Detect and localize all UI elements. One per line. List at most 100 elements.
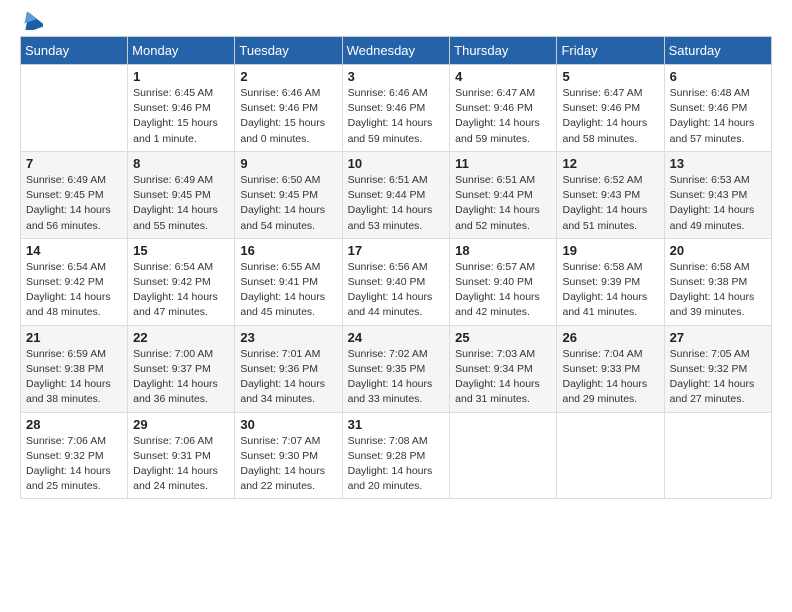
day-number: 17 (348, 243, 445, 258)
weekday-header-thursday: Thursday (450, 37, 557, 65)
day-info: Sunrise: 6:45 AM Sunset: 9:46 PM Dayligh… (133, 86, 229, 147)
calendar-cell: 29 Sunrise: 7:06 AM Sunset: 9:31 PM Dayli… (128, 412, 235, 499)
day-info: Sunrise: 6:46 AM Sunset: 9:46 PM Dayligh… (240, 86, 336, 147)
day-info: Sunrise: 7:01 AM Sunset: 9:36 PM Dayligh… (240, 347, 336, 408)
day-info: Sunrise: 7:07 AM Sunset: 9:30 PM Dayligh… (240, 434, 336, 495)
day-info: Sunrise: 6:49 AM Sunset: 9:45 PM Dayligh… (26, 173, 122, 234)
page-header (20, 20, 772, 26)
day-number: 22 (133, 330, 229, 345)
calendar-cell: 19 Sunrise: 6:58 AM Sunset: 9:39 PM Dayli… (557, 238, 664, 325)
calendar-cell: 28 Sunrise: 7:06 AM Sunset: 9:32 PM Dayli… (21, 412, 128, 499)
day-number: 1 (133, 69, 229, 84)
calendar-cell: 8 Sunrise: 6:49 AM Sunset: 9:45 PM Daylig… (128, 151, 235, 238)
day-number: 28 (26, 417, 122, 432)
day-info: Sunrise: 6:54 AM Sunset: 9:42 PM Dayligh… (133, 260, 229, 321)
calendar-cell (21, 65, 128, 152)
day-info: Sunrise: 6:57 AM Sunset: 9:40 PM Dayligh… (455, 260, 551, 321)
calendar-cell: 30 Sunrise: 7:07 AM Sunset: 9:30 PM Dayli… (235, 412, 342, 499)
day-number: 30 (240, 417, 336, 432)
day-number: 11 (455, 156, 551, 171)
day-number: 24 (348, 330, 445, 345)
calendar-cell: 4 Sunrise: 6:47 AM Sunset: 9:46 PM Daylig… (450, 65, 557, 152)
day-info: Sunrise: 6:58 AM Sunset: 9:39 PM Dayligh… (562, 260, 658, 321)
calendar-week-row: 7Sunrise: 6:49 AM Sunset: 9:45 PM Daylig… (21, 151, 772, 238)
calendar-cell: 16 Sunrise: 6:55 AM Sunset: 9:41 PM Dayli… (235, 238, 342, 325)
day-info: Sunrise: 6:46 AM Sunset: 9:46 PM Dayligh… (348, 86, 445, 147)
day-number: 16 (240, 243, 336, 258)
calendar-cell: 12 Sunrise: 6:52 AM Sunset: 9:43 PM Dayli… (557, 151, 664, 238)
weekday-header-monday: Monday (128, 37, 235, 65)
day-info: Sunrise: 6:50 AM Sunset: 9:45 PM Dayligh… (240, 173, 336, 234)
day-number: 26 (562, 330, 658, 345)
day-number: 6 (670, 69, 766, 84)
calendar-cell (557, 412, 664, 499)
day-number: 25 (455, 330, 551, 345)
day-info: Sunrise: 7:02 AM Sunset: 9:35 PM Dayligh… (348, 347, 445, 408)
day-info: Sunrise: 6:59 AM Sunset: 9:38 PM Dayligh… (26, 347, 122, 408)
calendar-cell: 22 Sunrise: 7:00 AM Sunset: 9:37 PM Dayli… (128, 325, 235, 412)
calendar-cell: 23 Sunrise: 7:01 AM Sunset: 9:36 PM Dayli… (235, 325, 342, 412)
day-info: Sunrise: 6:47 AM Sunset: 9:46 PM Dayligh… (562, 86, 658, 147)
day-number: 20 (670, 243, 766, 258)
calendar-cell: 5 Sunrise: 6:47 AM Sunset: 9:46 PM Daylig… (557, 65, 664, 152)
day-number: 29 (133, 417, 229, 432)
day-number: 3 (348, 69, 445, 84)
calendar-cell: 13Sunrise: 6:53 AM Sunset: 9:43 PM Dayli… (664, 151, 771, 238)
calendar-cell: 21Sunrise: 6:59 AM Sunset: 9:38 PM Dayli… (21, 325, 128, 412)
day-info: Sunrise: 6:54 AM Sunset: 9:42 PM Dayligh… (26, 260, 122, 321)
day-number: 8 (133, 156, 229, 171)
day-number: 14 (26, 243, 122, 258)
calendar-cell: 25 Sunrise: 7:03 AM Sunset: 9:34 PM Dayli… (450, 325, 557, 412)
day-number: 19 (562, 243, 658, 258)
day-info: Sunrise: 6:48 AM Sunset: 9:46 PM Dayligh… (670, 86, 766, 147)
calendar-cell: 2 Sunrise: 6:46 AM Sunset: 9:46 PM Daylig… (235, 65, 342, 152)
day-info: Sunrise: 7:00 AM Sunset: 9:37 PM Dayligh… (133, 347, 229, 408)
calendar-cell: 31Sunrise: 7:08 AM Sunset: 9:28 PM Dayli… (342, 412, 450, 499)
day-number: 31 (348, 417, 445, 432)
day-info: Sunrise: 6:58 AM Sunset: 9:38 PM Dayligh… (670, 260, 766, 321)
calendar-cell: 3 Sunrise: 6:46 AM Sunset: 9:46 PM Daylig… (342, 65, 450, 152)
day-info: Sunrise: 6:51 AM Sunset: 9:44 PM Dayligh… (455, 173, 551, 234)
day-info: Sunrise: 6:56 AM Sunset: 9:40 PM Dayligh… (348, 260, 445, 321)
day-number: 12 (562, 156, 658, 171)
day-info: Sunrise: 6:53 AM Sunset: 9:43 PM Dayligh… (670, 173, 766, 234)
logo (20, 20, 43, 26)
calendar-table: SundayMondayTuesdayWednesdayThursdayFrid… (20, 36, 772, 499)
calendar-week-row: 1 Sunrise: 6:45 AM Sunset: 9:46 PM Daylig… (21, 65, 772, 152)
calendar-cell (450, 412, 557, 499)
weekday-header-saturday: Saturday (664, 37, 771, 65)
calendar-cell: 20 Sunrise: 6:58 AM Sunset: 9:38 PM Dayli… (664, 238, 771, 325)
day-number: 5 (562, 69, 658, 84)
day-number: 4 (455, 69, 551, 84)
day-number: 10 (348, 156, 445, 171)
weekday-header-tuesday: Tuesday (235, 37, 342, 65)
day-info: Sunrise: 6:51 AM Sunset: 9:44 PM Dayligh… (348, 173, 445, 234)
day-number: 27 (670, 330, 766, 345)
calendar-cell: 24 Sunrise: 7:02 AM Sunset: 9:35 PM Dayli… (342, 325, 450, 412)
day-info: Sunrise: 6:49 AM Sunset: 9:45 PM Dayligh… (133, 173, 229, 234)
day-info: Sunrise: 6:47 AM Sunset: 9:46 PM Dayligh… (455, 86, 551, 147)
day-info: Sunrise: 6:55 AM Sunset: 9:41 PM Dayligh… (240, 260, 336, 321)
day-number: 2 (240, 69, 336, 84)
day-info: Sunrise: 7:05 AM Sunset: 9:32 PM Dayligh… (670, 347, 766, 408)
day-info: Sunrise: 6:52 AM Sunset: 9:43 PM Dayligh… (562, 173, 658, 234)
calendar-cell: 15 Sunrise: 6:54 AM Sunset: 9:42 PM Dayli… (128, 238, 235, 325)
day-info: Sunrise: 7:06 AM Sunset: 9:31 PM Dayligh… (133, 434, 229, 495)
day-number: 18 (455, 243, 551, 258)
calendar-cell: 1 Sunrise: 6:45 AM Sunset: 9:46 PM Daylig… (128, 65, 235, 152)
calendar-cell: 6 Sunrise: 6:48 AM Sunset: 9:46 PM Daylig… (664, 65, 771, 152)
day-info: Sunrise: 7:06 AM Sunset: 9:32 PM Dayligh… (26, 434, 122, 495)
calendar-week-row: 28 Sunrise: 7:06 AM Sunset: 9:32 PM Dayli… (21, 412, 772, 499)
day-info: Sunrise: 7:03 AM Sunset: 9:34 PM Dayligh… (455, 347, 551, 408)
day-number: 15 (133, 243, 229, 258)
day-number: 23 (240, 330, 336, 345)
calendar-cell: 9Sunrise: 6:50 AM Sunset: 9:45 PM Daylig… (235, 151, 342, 238)
weekday-header-sunday: Sunday (21, 37, 128, 65)
calendar-cell: 26 Sunrise: 7:04 AM Sunset: 9:33 PM Dayli… (557, 325, 664, 412)
calendar-cell: 18 Sunrise: 6:57 AM Sunset: 9:40 PM Dayli… (450, 238, 557, 325)
calendar-cell: 27 Sunrise: 7:05 AM Sunset: 9:32 PM Dayli… (664, 325, 771, 412)
calendar-cell: 10 Sunrise: 6:51 AM Sunset: 9:44 PM Dayli… (342, 151, 450, 238)
calendar-week-row: 14 Sunrise: 6:54 AM Sunset: 9:42 PM Dayli… (21, 238, 772, 325)
calendar-week-row: 21Sunrise: 6:59 AM Sunset: 9:38 PM Dayli… (21, 325, 772, 412)
day-info: Sunrise: 7:04 AM Sunset: 9:33 PM Dayligh… (562, 347, 658, 408)
